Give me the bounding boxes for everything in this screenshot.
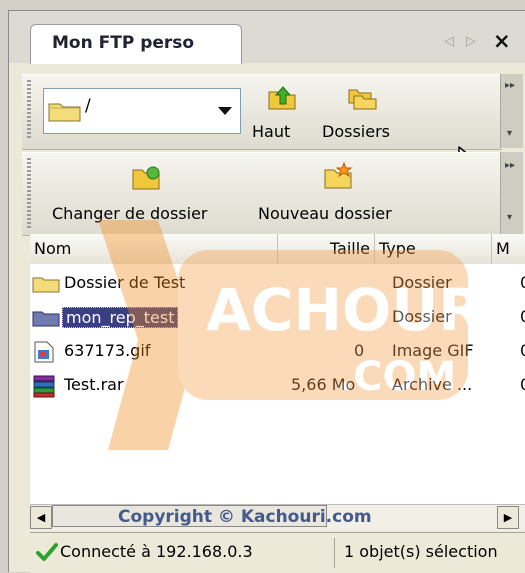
up-button[interactable]: Haut [252,122,290,141]
file-type: Image GIF [392,341,474,360]
file-name: Dossier de Test [64,273,186,292]
change-folder-button[interactable]: Changer de dossier [52,204,208,223]
copyright-overlay: Copyright © Kachouri.com [118,507,372,527]
folders-button[interactable]: Dossiers [322,122,390,141]
toolbar-chevron-icon[interactable]: ▸▸ [505,80,515,91]
folder-icon [32,277,60,293]
up-folder-icon[interactable] [266,82,298,112]
path-value: / [85,96,91,116]
tab-scroll-left-icon[interactable]: ◁ [444,34,454,49]
file-name: mon_rep_test [62,307,179,328]
toolbar-options-icon[interactable]: ▾ [507,212,512,223]
list-header: Nom Taille Type M [30,234,525,265]
checkmark-icon [36,543,58,561]
file-name: 637173.gif [64,341,151,360]
tab-scroll-right-icon[interactable]: ▷ [466,34,476,49]
file-type: Dossier [392,307,452,326]
column-header-name[interactable]: Nom [30,234,278,264]
file-name: Test.rar [64,375,124,394]
column-header-size[interactable]: Taille [278,234,375,264]
new-folder-icon[interactable] [322,162,354,190]
list-item[interactable]: Dossier de Test Dossier 0 [30,270,525,297]
folders-icon[interactable] [345,84,377,112]
toolbar-options-icon[interactable]: ▾ [507,128,512,139]
chevron-down-icon[interactable] [215,100,235,122]
scroll-right-button[interactable]: ▶ [497,506,519,529]
file-modified: 0 [520,273,525,292]
list-item-selected[interactable]: mon_rep_test Dossier 0 [30,304,525,331]
file-type: Archive ... [392,375,473,394]
column-header-type[interactable]: Type [375,234,492,264]
archive-icon [33,375,55,398]
close-icon[interactable]: × [493,29,511,53]
list-item[interactable]: Test.rar 5,66 Mo Archive ... 0 [30,372,525,399]
image-file-icon [34,341,54,363]
tab-title: Mon FTP perso [52,33,195,53]
toolbar-chevron-icon[interactable]: ▸▸ [505,160,515,171]
file-modified: 0 [520,307,525,326]
folder-icon [48,103,81,122]
list-item[interactable]: 637173.gif 0 Image GIF 0 [30,338,525,365]
toolbar-folder-actions [22,152,502,236]
connection-status: Connecté à 192.168.0.3 [60,542,253,561]
change-folder-icon[interactable] [130,164,162,192]
scroll-left-button[interactable]: ◀ [30,506,52,529]
file-modified: 0 [520,341,525,360]
file-size: 0 [354,341,365,360]
file-type: Dossier [392,273,452,292]
toolbar-grip[interactable] [27,80,31,140]
file-modified: 0 [520,375,525,394]
selection-status: 1 objet(s) sélection [344,542,498,561]
folder-icon [32,311,60,327]
file-size: 5,66 Mo [291,375,356,394]
column-header-modified[interactable]: M [492,234,525,264]
toolbar-grip[interactable] [27,158,31,228]
new-folder-button[interactable]: Nouveau dossier [258,204,392,223]
